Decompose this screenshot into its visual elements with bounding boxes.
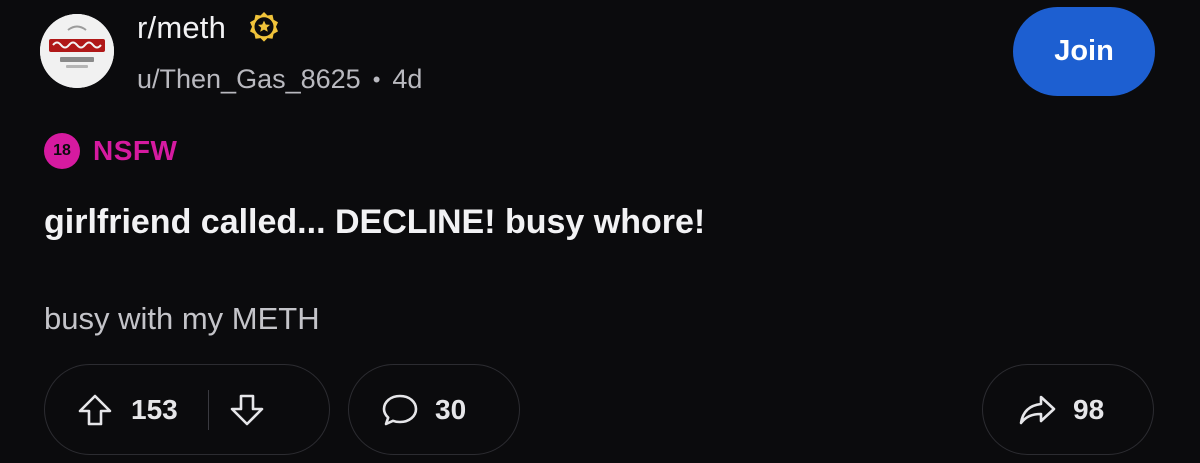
author-name[interactable]: u/Then_Gas_8625 [137,64,361,95]
upvote-button[interactable] [77,392,113,428]
meta-separator: • [372,66,381,92]
star-badge-icon [250,12,279,42]
vote-bar: 153 [44,364,330,455]
comment-icon-wrap [381,392,419,428]
downvote-button[interactable] [229,392,265,428]
nsfw-18-icon: 18 [44,133,80,169]
subreddit-name[interactable]: r/meth [137,10,226,46]
arrow-down-icon [230,394,264,425]
reddit-post-card: r/meth u/Then_Gas_8625 • 4d Join 18 NSFW… [0,0,1200,463]
nsfw-label: NSFW [93,135,178,166]
share-arrow-icon [1019,395,1056,424]
share-count: 98 [1073,393,1105,425]
post-body[interactable]: busy with my METH [44,301,320,337]
share-button[interactable]: 98 [982,364,1154,455]
post-age: 4d [392,64,423,94]
arrow-up-icon [78,394,112,425]
subreddit-row: r/meth [137,10,282,46]
post-title[interactable]: girlfriend called... DECLINE! busy whore… [44,203,705,242]
comment-count: 30 [435,393,467,425]
share-icon-wrap [1017,393,1057,427]
subreddit-avatar-icon[interactable] [40,14,114,88]
upvote-count: 153 [131,393,178,425]
comments-button[interactable]: 30 [348,364,520,455]
nsfw-tag: 18 NSFW [44,133,177,169]
avatar-graphic [40,14,114,88]
join-button[interactable]: Join [1013,7,1155,96]
speech-bubble-icon [382,394,418,425]
vote-divider [207,389,210,430]
post-meta: u/Then_Gas_8625 • 4d [137,64,422,95]
